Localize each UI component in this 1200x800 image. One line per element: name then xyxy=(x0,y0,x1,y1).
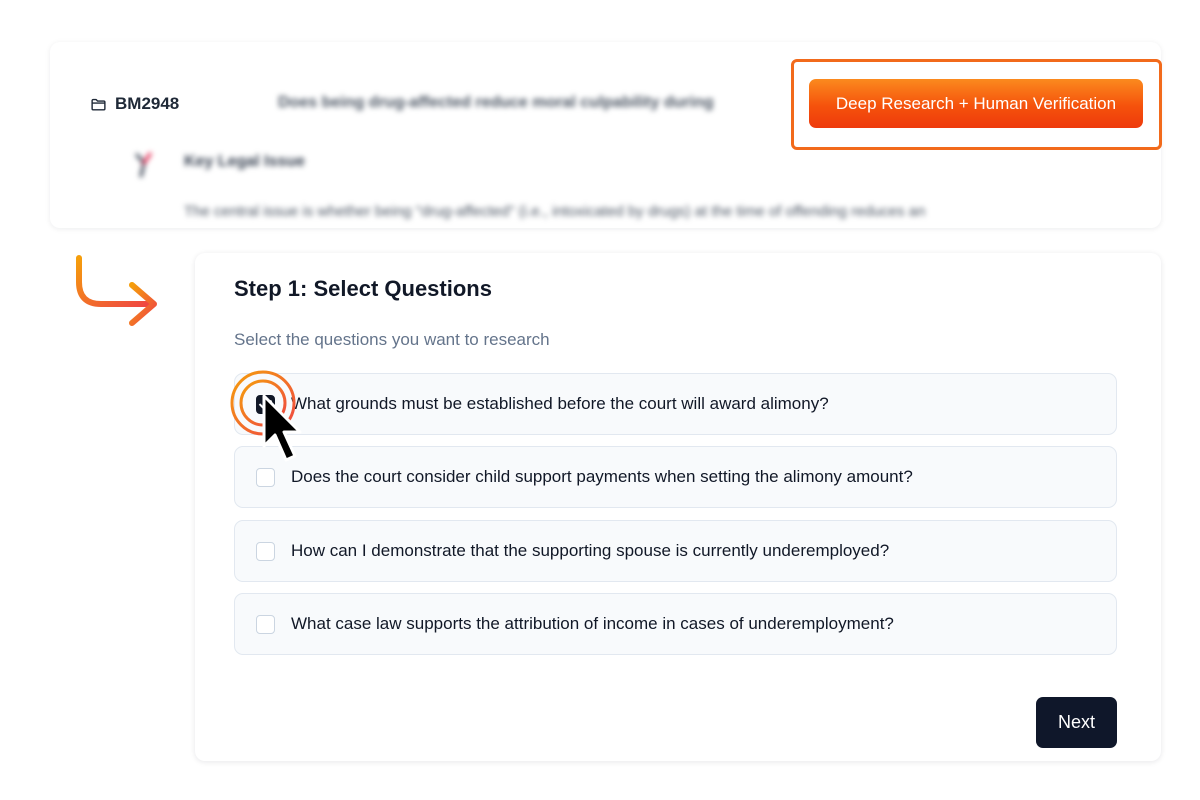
issue-text: The central issue is whether being "drug… xyxy=(184,203,926,220)
question-label: How can I demonstrate that the supportin… xyxy=(291,541,890,560)
question-checkbox[interactable] xyxy=(256,468,275,487)
step-card: Step 1: Select Questions Select the ques… xyxy=(195,253,1161,761)
issue-title: Key Legal Issue xyxy=(184,153,305,170)
case-question: Does being drug-affected reduce moral cu… xyxy=(278,94,714,111)
step-subtitle: Select the questions you want to researc… xyxy=(234,330,550,349)
question-item[interactable]: What case law supports the attribution o… xyxy=(234,593,1117,655)
case-id: BM2948 xyxy=(90,94,179,114)
question-item[interactable]: Does the court consider child support pa… xyxy=(234,446,1117,508)
folder-icon xyxy=(91,98,106,111)
question-label: Does the court consider child support pa… xyxy=(291,467,913,486)
issue-icon xyxy=(135,152,152,178)
question-item[interactable]: What grounds must be established before … xyxy=(234,373,1117,435)
question-item[interactable]: How can I demonstrate that the supportin… xyxy=(234,520,1117,582)
deep-research-button[interactable]: Deep Research + Human Verification xyxy=(809,79,1143,128)
step-title: Step 1: Select Questions xyxy=(234,276,492,301)
case-id-text: BM2948 xyxy=(115,94,180,113)
question-checkbox[interactable] xyxy=(256,542,275,561)
mouse-cursor-icon xyxy=(262,394,302,462)
question-checkbox[interactable] xyxy=(256,615,275,634)
question-label: What case law supports the attribution o… xyxy=(291,614,894,633)
next-button[interactable]: Next xyxy=(1036,697,1117,748)
curved-arrow-icon xyxy=(76,255,157,326)
question-label: What grounds must be established before … xyxy=(291,394,829,413)
